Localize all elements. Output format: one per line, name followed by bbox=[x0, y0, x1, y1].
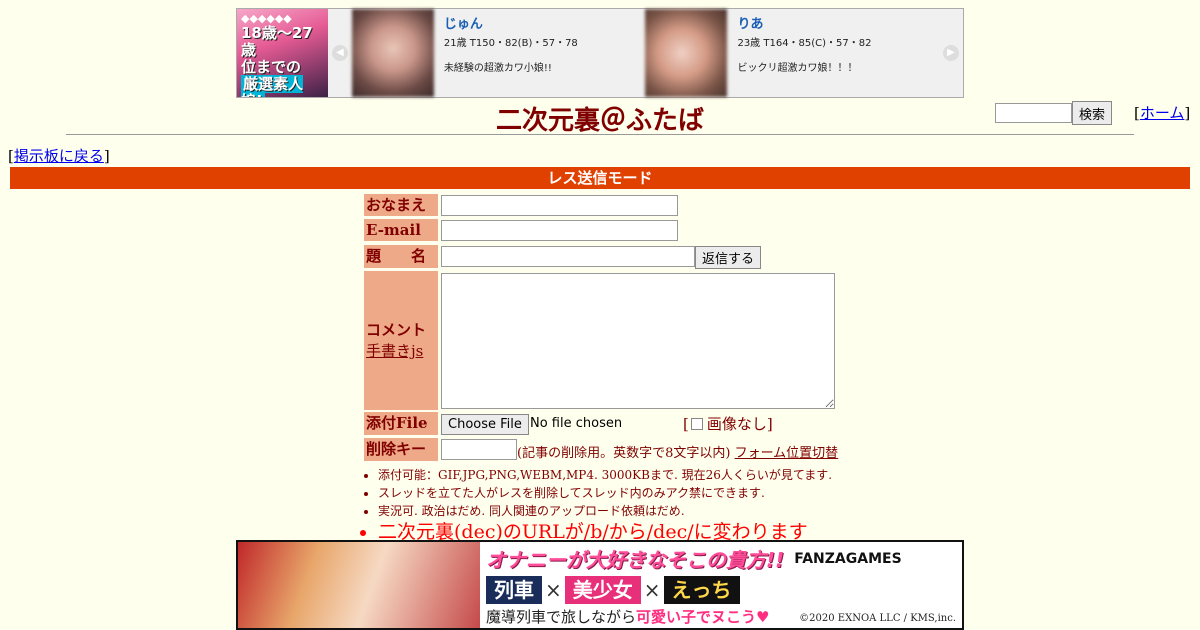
handwrite-js-link[interactable]: 手書きjs bbox=[366, 342, 423, 360]
name-label: おなまえ bbox=[364, 194, 438, 216]
ad-cross-icon: × bbox=[545, 578, 562, 602]
ad-tagline-emphasis: 可愛い子でヌこう♥ bbox=[636, 608, 770, 626]
comment-label: コメント bbox=[366, 321, 427, 339]
delete-key-note-wrapper: (記事の削除用。英数字で8文字以内) フォーム位置切替 bbox=[517, 442, 838, 461]
reply-submit-button[interactable]: 返信する bbox=[695, 246, 762, 269]
subject-label: 題 名 bbox=[364, 245, 438, 268]
ad-copyright: ©2020 EXNOA LLC / KMS,inc. bbox=[799, 613, 956, 624]
rule-item: 実況可. 政治はだめ. 同人関連のアップロード依頼はだめ. bbox=[378, 502, 832, 520]
search-button[interactable]: 検索 bbox=[1072, 101, 1113, 125]
bottom-ad-banner[interactable]: オナニーが大好きなそこの貴方!! FANZAGAMES 列車 × 美少女 × え… bbox=[236, 540, 964, 630]
home-link-wrapper: [ホーム] bbox=[1134, 104, 1191, 122]
ad-banner-line: 厳選素人娘! bbox=[241, 75, 304, 97]
no-image-option: [画像なし] bbox=[683, 414, 773, 434]
ad-tag: えっち bbox=[663, 576, 740, 604]
email-input[interactable] bbox=[441, 220, 678, 241]
name-input[interactable] bbox=[441, 195, 678, 216]
ad-tag: 列車 bbox=[486, 576, 542, 604]
choose-file-button[interactable]: Choose File bbox=[441, 414, 529, 435]
ad-character-art bbox=[238, 542, 480, 628]
ad-cross-icon: × bbox=[643, 578, 661, 602]
no-image-label: 画像なし bbox=[706, 415, 767, 433]
ad-banner-line: 位までの bbox=[241, 58, 302, 76]
profile-name: じゅん bbox=[443, 17, 483, 32]
profile-card[interactable]: りあ 23歳 T164・85(C)・57・82 ビックリ超激カワ娘！！！ bbox=[645, 9, 940, 97]
profile-desc: ビックリ超激カワ娘！！！ bbox=[737, 63, 858, 74]
carousel-prev-button[interactable]: ◀ bbox=[327, 9, 352, 97]
profile-stats: 23歳 T164・85(C)・57・82 bbox=[737, 38, 872, 49]
search-input[interactable] bbox=[995, 103, 1072, 123]
profile-photo bbox=[645, 9, 728, 97]
reply-mode-bar: レス送信モード bbox=[10, 167, 1190, 189]
delete-key-label: 削除キー bbox=[364, 438, 438, 461]
comment-label-cell: コメント 手書きjs bbox=[364, 271, 438, 410]
chevron-right-icon: ▶ bbox=[943, 45, 960, 61]
rule-item: スレッドを立てた人がレスを削除してスレッド内のみアク禁にできます. bbox=[378, 484, 832, 502]
delete-key-note: (記事の削除用。英数字で8文字以内) bbox=[517, 446, 731, 461]
top-ad-strip[interactable]: ◆◆◆◆◆◆ 18歳〜27歳 位までの 厳選素人娘! ◀ じゅん 21歳 T15… bbox=[236, 8, 964, 98]
ad-banner-line: 18歳〜27歳 bbox=[241, 24, 313, 59]
ad-brand: FANZAGAMES bbox=[794, 550, 902, 567]
carousel-next-button[interactable]: ▶ bbox=[939, 9, 964, 97]
file-label: 添付File bbox=[364, 412, 438, 435]
profile-stats: 21歳 T150・82(B)・57・78 bbox=[443, 38, 578, 49]
comment-textarea[interactable] bbox=[441, 273, 835, 409]
subject-input[interactable] bbox=[441, 246, 695, 267]
profile-desc: 未経験の超激カワ小娘!! bbox=[443, 63, 552, 74]
file-status-text: No file chosen bbox=[530, 416, 623, 431]
form-position-toggle-link[interactable]: フォーム位置切替 bbox=[735, 446, 839, 461]
search-box: 検索 bbox=[995, 101, 1113, 125]
profile-name: りあ bbox=[737, 17, 764, 32]
delete-key-input[interactable] bbox=[441, 439, 517, 460]
no-image-checkbox[interactable] bbox=[690, 417, 703, 430]
email-label: E-mail bbox=[364, 219, 438, 241]
ad-tag: 美少女 bbox=[564, 576, 641, 604]
ad-banner-image[interactable]: ◆◆◆◆◆◆ 18歳〜27歳 位までの 厳選素人娘! bbox=[237, 9, 328, 97]
home-link[interactable]: ホーム bbox=[1140, 104, 1185, 122]
back-link-wrapper: [掲示板に戻る] bbox=[8, 147, 110, 165]
chevron-left-icon: ◀ bbox=[331, 45, 348, 61]
posting-rules-list: 添付可能：GIF,JPG,PNG,WEBM,MP4. 3000KBまで. 現在2… bbox=[364, 466, 832, 520]
profile-card[interactable]: じゅん 21歳 T150・82(B)・57・78 未経験の超激カワ小娘!! bbox=[351, 9, 646, 97]
back-to-board-link[interactable]: 掲示板に戻る bbox=[14, 147, 104, 165]
profile-photo bbox=[351, 9, 434, 97]
rule-item: 添付可能：GIF,JPG,PNG,WEBM,MP4. 3000KBまで. 現在2… bbox=[378, 466, 832, 484]
ad-headline: オナニーが大好きなそこの貴方!! bbox=[486, 548, 785, 572]
ad-tagline-plain: 魔導列車で旅しながら bbox=[486, 608, 637, 626]
divider bbox=[66, 134, 1134, 135]
